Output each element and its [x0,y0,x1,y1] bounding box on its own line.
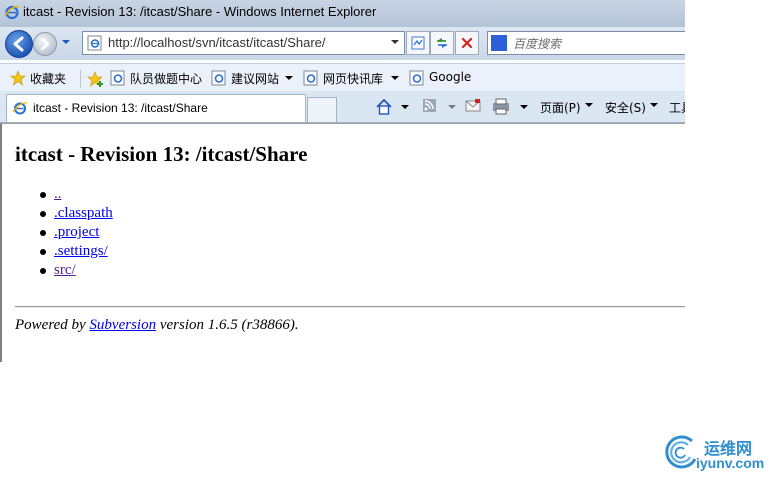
print-button[interactable] [492,97,530,117]
tools-menu[interactable]: 工具 [669,97,685,117]
fav-link-label: Google [429,70,472,84]
subversion-link[interactable]: Subversion [89,317,156,333]
favorites-bar: 收藏夹 队员做题中心 建议网站 网页快讯库 Google [0,63,685,92]
stop-x-icon [461,37,473,49]
safety-menu[interactable]: 安全(S) [605,97,663,117]
forward-arrow-icon [40,37,50,51]
fav-link-google[interactable]: Google [409,68,479,88]
dir-link-src[interactable]: src/ [54,262,76,278]
bullet [40,230,46,236]
file-link-classpath[interactable]: .classpath [54,205,113,221]
address-row: http://localhost/svn/itcast/itcast/Share… [0,27,685,60]
chevron-down-icon[interactable] [388,35,402,49]
page-title: itcast - Revision 13: /itcast/Share [15,142,308,166]
title-bar: itcast - Revision 13: /itcast/Share - Wi… [0,0,685,27]
stop-button[interactable] [455,31,479,55]
page-ie-icon [303,70,318,86]
page-menu-label: 页面(P) [540,101,581,115]
list-item: src/ [16,262,113,281]
mail-icon [465,99,481,112]
browser-window: itcast - Revision 13: /itcast/Share - Wi… [0,0,685,362]
fav-link-team-center[interactable]: 队员做题中心 [110,68,205,88]
chevron-down-icon [391,76,399,80]
chevron-down-icon [585,103,593,107]
back-button[interactable] [5,30,33,58]
bullet [40,211,46,217]
back-arrow-icon [13,36,24,52]
list-item: .. [16,186,113,205]
tab-row: itcast - Revision 13: /itcast/Share 页面(P… [0,91,685,123]
page-ie-icon [87,35,102,51]
chevron-down-icon [650,103,658,107]
tab-current[interactable]: itcast - Revision 13: /itcast/Share [6,94,306,122]
watermark-domain-text: iyunv.com [696,455,765,471]
star-icon [10,70,26,86]
favorites-button[interactable]: 收藏夹 [10,68,72,88]
site-watermark: 运维网 iyunv.com [662,431,768,477]
home-icon [376,98,409,115]
search-placeholder: 百度搜索 [513,37,562,51]
ie-logo-icon [4,5,20,20]
address-url: http://localhost/svn/itcast/itcast/Share… [108,35,326,50]
add-favorite-icon[interactable] [87,70,105,88]
page-ie-icon [211,70,226,86]
file-link-project[interactable]: .project [54,224,99,240]
page-ie-icon [409,70,424,86]
fav-link-label: 网页快讯库 [323,72,384,86]
safety-menu-label: 安全(S) [605,101,646,115]
footer-prefix: Powered by [15,317,90,333]
feeds-button[interactable] [422,97,458,117]
list-item: .project [16,224,113,243]
dir-link-settings[interactable]: .settings/ [54,243,108,259]
compatibility-view-icon [411,36,425,50]
search-field[interactable]: 百度搜索 [487,31,685,55]
refresh-button[interactable] [430,31,454,55]
page-content: itcast - Revision 13: /itcast/Share .. .… [0,123,685,362]
list-item: .settings/ [16,243,113,262]
tab-title: itcast - Revision 13: /itcast/Share [33,101,208,115]
directory-listing: .. .classpath .project .settings/ src/ [16,186,113,281]
footer-suffix: version 1.6.5 (r38866). [156,317,299,333]
rss-feed-icon [423,99,456,112]
fav-link-label: 队员做题中心 [130,72,203,86]
chevron-down-icon [285,76,293,80]
favorites-label: 收藏夹 [30,72,67,86]
read-mail-button[interactable] [465,97,481,117]
tools-menu-label: 工具 [669,101,685,115]
compatibility-view-button[interactable] [406,31,430,55]
bullet [40,192,46,198]
page-menu[interactable]: 页面(P) [540,97,598,117]
address-field[interactable]: http://localhost/svn/itcast/itcast/Share… [82,31,405,55]
bullet [40,268,46,274]
forward-button[interactable] [33,32,57,56]
fav-link-suggested-sites[interactable]: 建议网站 [211,68,297,88]
page-ie-icon [110,70,125,86]
baidu-paw-icon [491,35,507,51]
printer-icon [493,98,528,115]
footer: Powered by Subversion version 1.6.5 (r38… [15,317,299,334]
bullet [40,249,46,255]
new-tab-button[interactable] [307,97,337,122]
list-item: .classpath [16,205,113,224]
fav-link-web-slice-gallery[interactable]: 网页快讯库 [303,68,401,88]
window-title: itcast - Revision 13: /itcast/Share - Wi… [23,4,377,19]
parent-dir-link[interactable]: .. [54,186,62,202]
footer-divider [15,306,685,308]
refresh-icon [437,38,447,48]
favorites-divider [80,70,81,88]
fav-link-label: 建议网站 [231,72,280,86]
ie-logo-icon [12,102,28,115]
history-dropdown-icon[interactable] [61,37,71,47]
home-button[interactable] [375,97,409,117]
